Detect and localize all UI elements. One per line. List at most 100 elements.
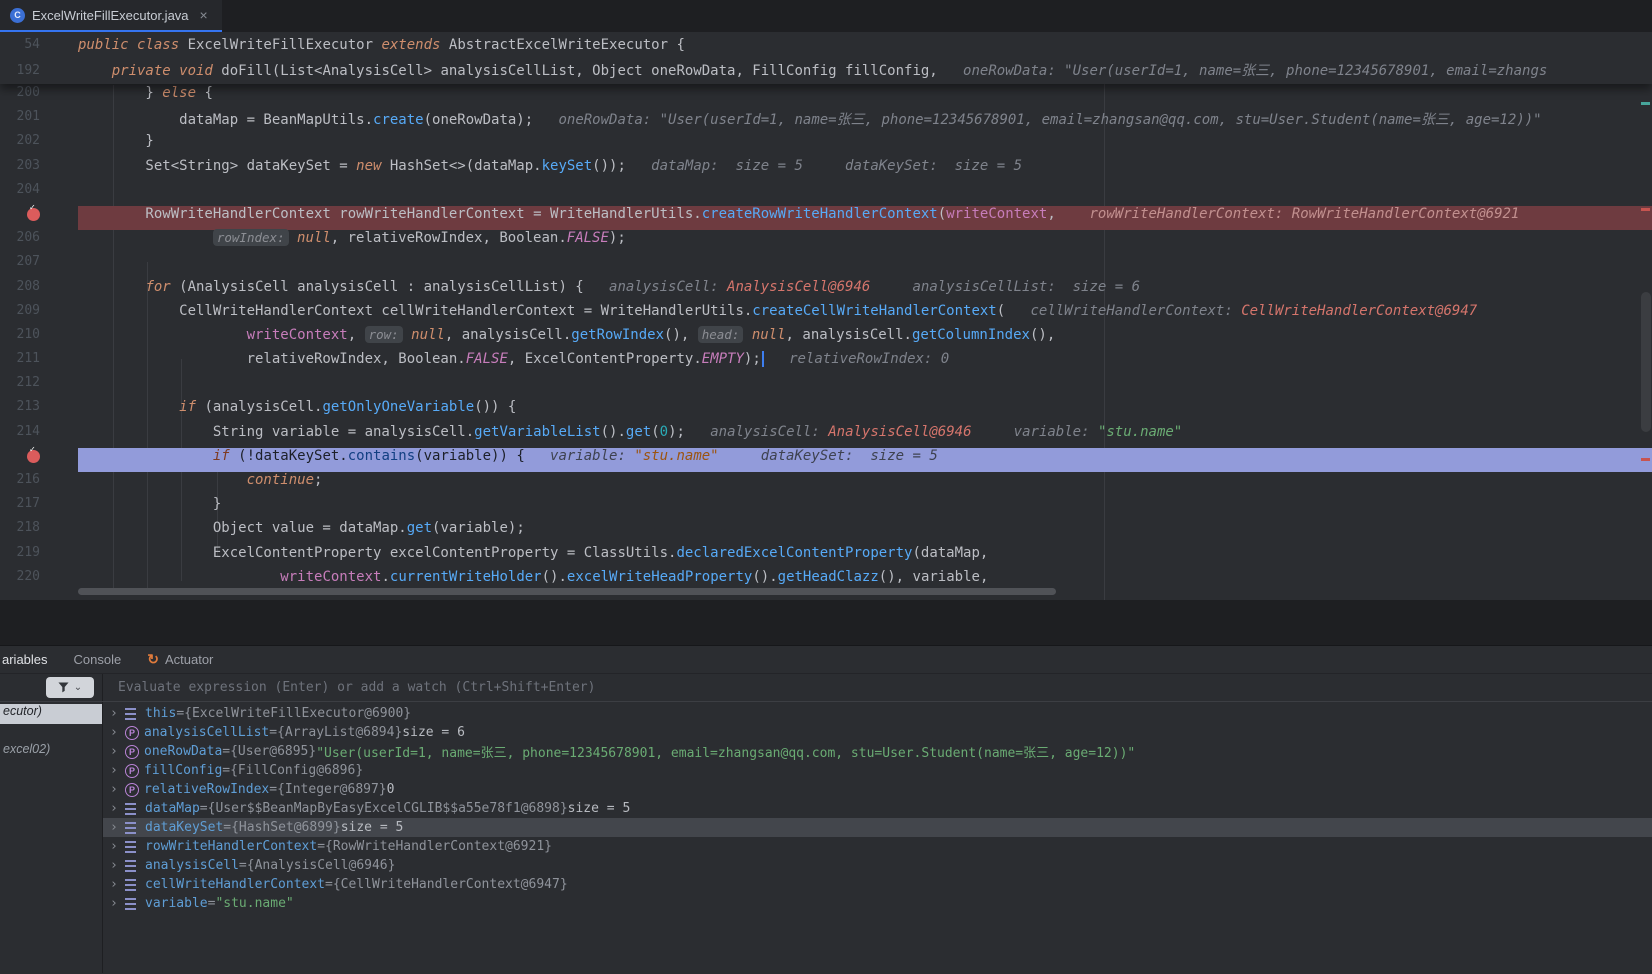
horizontal-scrollbar[interactable]	[78, 588, 1056, 595]
code-text[interactable]: RowWriteHandlerContext rowWriteHandlerCo…	[78, 205, 1652, 231]
code-line-214[interactable]: 214 String variable = analysisCell.getVa…	[0, 424, 1652, 448]
variable-row[interactable]: › dataKeySet = {HashSet@6899} size = 5	[103, 818, 1652, 837]
expand-chevron-icon[interactable]: ›	[110, 725, 125, 740]
expand-chevron-icon[interactable]: ›	[110, 896, 125, 911]
line-number[interactable]: 54	[0, 32, 78, 58]
line-number[interactable]: 202	[0, 133, 78, 157]
line-number[interactable]: 214	[0, 424, 78, 448]
line-number[interactable]: 218	[0, 520, 78, 544]
expand-chevron-icon[interactable]: ›	[110, 744, 125, 759]
filter-button[interactable]: ⌄	[46, 677, 94, 698]
code-line-200[interactable]: 200 } else {	[0, 85, 1652, 109]
code-text[interactable]: } else {	[78, 85, 1652, 109]
variable-row[interactable]: › analysisCell = {AnalysisCell@6946}	[103, 856, 1652, 875]
line-number[interactable]: 217	[0, 496, 78, 520]
code-text[interactable]: rowIndex: null, relativeRowIndex, Boolea…	[78, 229, 1652, 254]
code-line-219[interactable]: 219 ExcelContentProperty excelContentPro…	[0, 545, 1652, 569]
breakpoint-dot-icon[interactable]	[27, 445, 40, 463]
expand-chevron-icon[interactable]: ›	[110, 763, 125, 778]
line-number[interactable]: 200	[0, 85, 78, 109]
evaluate-expression-input[interactable]	[103, 674, 1652, 701]
code-line-212[interactable]: 212	[0, 375, 1652, 399]
tab-variables[interactable]: ariables	[0, 652, 61, 667]
line-number[interactable]: 203	[0, 158, 78, 182]
code-text[interactable]: }	[78, 496, 1652, 520]
stack-frame[interactable]: excel02)	[0, 742, 102, 762]
code-line-209[interactable]: 209 CellWriteHandlerContext cellWriteHan…	[0, 303, 1652, 327]
variable-row[interactable]: › cellWriteHandlerContext = {CellWriteHan…	[103, 875, 1652, 894]
line-number[interactable]: 210	[0, 327, 78, 351]
line-number[interactable]: 213	[0, 399, 78, 423]
code-text[interactable]: for (AnalysisCell analysisCell : analysi…	[78, 279, 1652, 303]
expand-chevron-icon[interactable]: ›	[110, 858, 125, 873]
stack-frame[interactable]: ecutor)	[0, 704, 102, 724]
line-number[interactable]: 209	[0, 303, 78, 327]
tab-console[interactable]: Console	[61, 652, 135, 667]
line-number[interactable]: 204	[0, 182, 78, 206]
code-line-207[interactable]: 207	[0, 254, 1652, 278]
code-editor[interactable]: 200 } else {201 dataMap = BeanMapUtils.c…	[0, 32, 1652, 600]
variable-row[interactable]: › this = {ExcelWriteFillExecutor@6900}	[103, 704, 1652, 723]
tab-actuator[interactable]: ↻ Actuator	[134, 651, 226, 668]
line-number[interactable]: 212	[0, 375, 78, 399]
line-number[interactable]: 211	[0, 351, 78, 375]
code-line-192[interactable]: 192 private void doFill(List<AnalysisCel…	[0, 58, 1652, 84]
code-text[interactable]: }	[78, 133, 1652, 157]
code-text[interactable]: ExcelContentProperty excelContentPropert…	[78, 545, 1652, 569]
line-number[interactable]: 208	[0, 279, 78, 303]
code-text[interactable]: Set<String> dataKeySet = new HashSet<>(d…	[78, 158, 1652, 182]
variable-row[interactable]: › rowWriteHandlerContext = {RowWriteHandl…	[103, 837, 1652, 856]
code-line-210[interactable]: 210 writeContext, row: null, analysisCel…	[0, 325, 1652, 351]
code-text[interactable]	[78, 375, 1652, 399]
code-text[interactable]	[78, 182, 1652, 206]
code-line-201[interactable]: 201 dataMap = BeanMapUtils.create(oneRow…	[0, 109, 1652, 133]
code-text[interactable]: String variable = analysisCell.getVariab…	[78, 424, 1652, 448]
code-text[interactable]: relativeRowIndex, Boolean.FALSE, ExcelCo…	[78, 351, 1652, 375]
code-text[interactable]: private void doFill(List<AnalysisCell> a…	[78, 58, 1652, 84]
code-line-202[interactable]: 202 }	[0, 133, 1652, 157]
code-line-218[interactable]: 218 Object value = dataMap.get(variable)…	[0, 520, 1652, 544]
line-number[interactable]: 216	[0, 472, 78, 496]
code-text[interactable]: public class ExcelWriteFillExecutor exte…	[78, 32, 1652, 58]
code-text[interactable]: Object value = dataMap.get(variable);	[78, 520, 1652, 544]
code-line-217[interactable]: 217 }	[0, 496, 1652, 520]
code-line-215[interactable]: if (!dataKeySet.contains(variable)) { va…	[0, 445, 1652, 472]
line-number[interactable]: 220	[0, 569, 78, 593]
line-number[interactable]: 192	[0, 58, 78, 84]
code-text[interactable]: dataMap = BeanMapUtils.create(oneRowData…	[78, 109, 1652, 133]
code-line-208[interactable]: 208 for (AnalysisCell analysisCell : ana…	[0, 279, 1652, 303]
expand-chevron-icon[interactable]: ›	[110, 801, 125, 816]
variable-row[interactable]: › PanalysisCellList = {ArrayList@6894} si…	[103, 723, 1652, 742]
expand-chevron-icon[interactable]: ›	[110, 877, 125, 892]
file-tab[interactable]: C ExcelWriteFillExecutor.java ×	[0, 0, 222, 32]
code-line-54[interactable]: 54 public class ExcelWriteFillExecutor ex…	[0, 32, 1652, 58]
line-number[interactable]: 207	[0, 254, 78, 278]
code-line-203[interactable]: 203 Set<String> dataKeySet = new HashSet…	[0, 158, 1652, 182]
line-number[interactable]: 201	[0, 109, 78, 133]
vertical-scrollbar[interactable]	[1641, 292, 1651, 432]
breakpoint-icon[interactable]	[0, 203, 78, 230]
code-line-206[interactable]: 206 rowIndex: null, relativeRowIndex, Bo…	[0, 229, 1652, 254]
expand-chevron-icon[interactable]: ›	[110, 782, 125, 797]
expand-chevron-icon[interactable]: ›	[110, 839, 125, 854]
code-line-211[interactable]: 211 relativeRowIndex, Boolean.FALSE, Exc…	[0, 351, 1652, 375]
code-text[interactable]: if (analysisCell.getOnlyOneVariable()) {	[78, 399, 1652, 423]
close-icon[interactable]: ×	[200, 7, 208, 23]
variable-row[interactable]: › dataMap = {User$$BeanMapByEasyExcelCGLI…	[103, 799, 1652, 818]
variable-row[interactable]: › PoneRowData = {User@6895} "User(userId=…	[103, 742, 1652, 761]
code-text[interactable]	[78, 254, 1652, 278]
code-line-204[interactable]: 204	[0, 182, 1652, 206]
line-number[interactable]: 219	[0, 545, 78, 569]
code-line-213[interactable]: 213 if (analysisCell.getOnlyOneVariable(…	[0, 399, 1652, 423]
code-text[interactable]: writeContext, row: null, analysisCell.ge…	[78, 325, 1652, 351]
breakpoint-dot-icon[interactable]	[27, 203, 40, 221]
variable-row[interactable]: › variable = "stu.name"	[103, 894, 1652, 913]
code-text[interactable]: if (!dataKeySet.contains(variable)) { va…	[78, 447, 1652, 472]
code-text[interactable]: continue;	[78, 472, 1652, 496]
expand-chevron-icon[interactable]: ›	[110, 706, 125, 721]
expand-chevron-icon[interactable]: ›	[110, 820, 125, 835]
variable-row[interactable]: › PrelativeRowIndex = {Integer@6897} 0	[103, 780, 1652, 799]
breakpoint-icon[interactable]	[0, 445, 78, 472]
code-text[interactable]: CellWriteHandlerContext cellWriteHandler…	[78, 303, 1652, 327]
code-line-216[interactable]: 216 continue;	[0, 472, 1652, 496]
